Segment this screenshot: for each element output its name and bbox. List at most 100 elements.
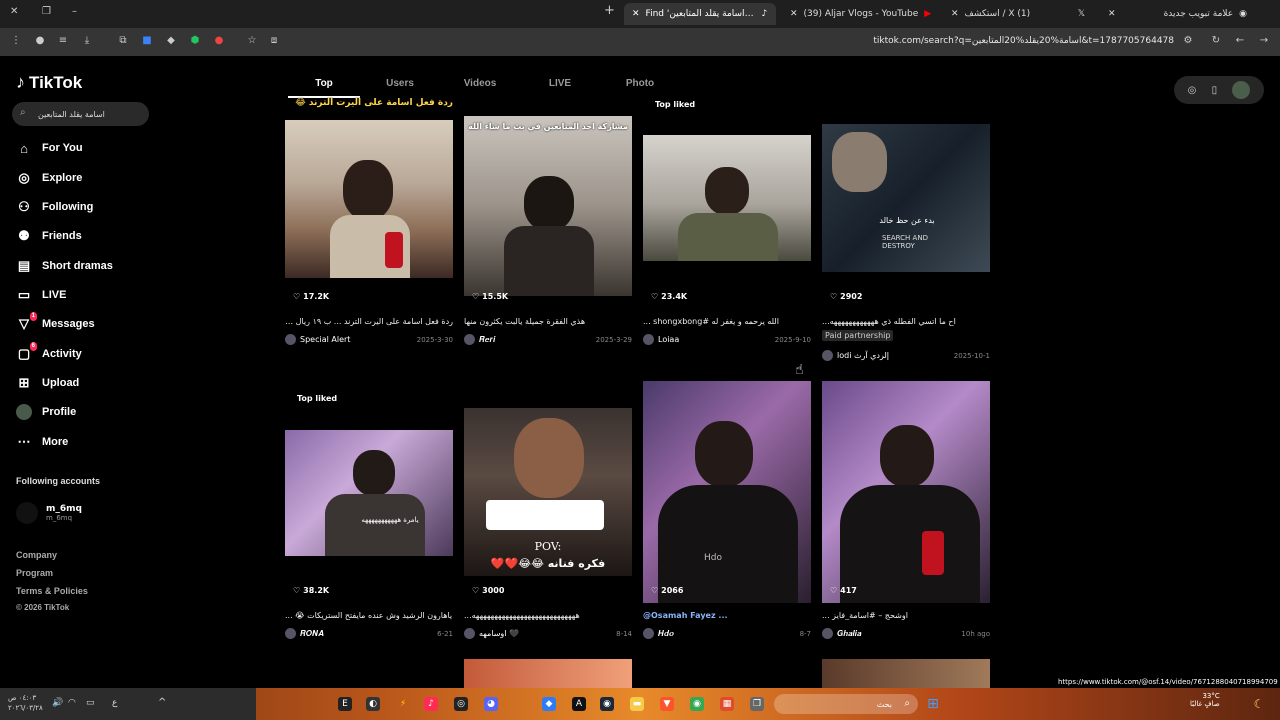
- video-caption[interactable]: اح ما اتسي الفطله ذي ههههههههههههه...: [822, 317, 990, 326]
- steam-icon[interactable]: ◉: [600, 697, 614, 711]
- tab-videos[interactable]: Videos: [440, 56, 520, 98]
- site-settings-icon[interactable]: ⚙: [1182, 35, 1194, 47]
- video-thumbnail[interactable]: POV: فكره فنانه 😂😂❤️❤️: [464, 408, 632, 576]
- chevron-up-icon[interactable]: ^: [158, 697, 166, 708]
- new-tab-icon[interactable]: +: [604, 3, 615, 18]
- forward-icon[interactable]: →: [1258, 35, 1270, 47]
- clock[interactable]: ٠٤:٠٣ ص ٢٠٢٦/٠٣/٢٨: [8, 693, 43, 713]
- video-card[interactable]: Top liked ♡ 23.4K الله يرحمه و يغفر له #s…: [643, 98, 811, 358]
- tab-top[interactable]: Top: [288, 56, 360, 98]
- video-author[interactable]: Loiaa 2025-9-10: [643, 334, 811, 345]
- sidebar-item-for-you[interactable]: ⌂ For You: [16, 136, 82, 160]
- tab-users[interactable]: Users: [360, 56, 440, 98]
- avatar[interactable]: [1232, 81, 1251, 99]
- tab-youtube[interactable]: ✕ (39) Aljar Vlogs - YouTube ▶: [782, 3, 937, 25]
- cast-icon[interactable]: ⧈: [268, 35, 280, 47]
- battery-icon[interactable]: ▭: [86, 698, 95, 708]
- sidebar-item-activity[interactable]: ▢ 6 Activity: [16, 342, 82, 366]
- video-card[interactable]: POV: فكره فنانه 😂😂❤️❤️ ♡ 3000 ههههههههههه…: [464, 392, 632, 652]
- close-window-icon[interactable]: ✕: [10, 6, 18, 17]
- restore-window-icon[interactable]: ❐: [42, 6, 51, 17]
- sidebar-item-profile[interactable]: Profile: [16, 400, 76, 424]
- tiktok-app-icon[interactable]: ♪: [424, 697, 438, 711]
- tab-new[interactable]: ✕ علامة تبويب جديدة ◉: [1100, 3, 1255, 25]
- download-icon[interactable]: ⤓: [81, 35, 93, 47]
- tab-live[interactable]: LIVE: [520, 56, 600, 98]
- sidebar-item-more[interactable]: ⋯ More: [16, 430, 69, 454]
- file-explorer-icon[interactable]: ▬: [630, 697, 644, 711]
- extension-shield-icon[interactable]: ■: [141, 35, 153, 47]
- video-thumbnail[interactable]: SEARCH AND DESTROY بدء عن حظ خالد: [822, 124, 990, 272]
- sidebar-item-upload[interactable]: ⊞ Upload: [16, 371, 80, 395]
- video-author[interactable]: اوسامهه 🖤 8-14: [464, 628, 632, 639]
- windows-start-icon[interactable]: ⊞: [926, 697, 940, 711]
- video-card[interactable]: Top liked يامرة هههههههههههه ♡ 38.2K ياها…: [285, 392, 453, 652]
- tab-x[interactable]: ✕ استكشف / X (1) 𝕏: [943, 3, 1093, 25]
- app-icon[interactable]: ◎: [454, 697, 468, 711]
- video-caption[interactable]: اوشحج – #اسامة_فايز ...: [822, 611, 990, 620]
- video-thumbnail[interactable]: [285, 120, 453, 278]
- video-thumbnail[interactable]: يامرة هههههههههههه: [285, 430, 453, 556]
- language-icon[interactable]: ع: [112, 698, 117, 708]
- video-thumbnail[interactable]: [822, 381, 990, 603]
- video-caption[interactable]: @Osamah Fayez ...: [643, 611, 811, 620]
- search-input[interactable]: ⌕ اسامة يقلد المتابعين: [12, 102, 149, 126]
- app-icon[interactable]: ◐: [366, 697, 380, 711]
- taskbar-search[interactable]: بحث ⌕: [774, 694, 918, 714]
- close-icon[interactable]: ✕: [632, 9, 640, 19]
- task-view-icon[interactable]: ❐: [750, 697, 764, 711]
- sound-icon[interactable]: 🔊: [52, 698, 63, 708]
- video-card[interactable]: ♡ 417 اوشحج – #اسامة_فايز ... 𝑮𝒉𝒂𝒍𝒊𝒂 10h a…: [822, 381, 990, 652]
- video-thumbnail[interactable]: [822, 659, 990, 688]
- video-thumbnail[interactable]: [464, 116, 632, 296]
- extensions-icon[interactable]: ⧉: [117, 35, 129, 47]
- video-author[interactable]: lodi إلردي آرث 2025-10-1: [822, 350, 990, 361]
- extension-diamond-icon[interactable]: ◆: [165, 35, 177, 47]
- video-thumbnail[interactable]: Hdo: [643, 381, 811, 603]
- video-thumbnail[interactable]: [464, 659, 632, 688]
- extension-red-icon[interactable]: ●: [213, 35, 225, 47]
- reload-icon[interactable]: ↻: [1210, 35, 1222, 47]
- store-icon[interactable]: ▦: [720, 697, 734, 711]
- sidebar-item-explore[interactable]: ◎ Explore: [16, 166, 82, 190]
- profile-icon[interactable]: ●: [34, 35, 46, 47]
- sidebar-item-live[interactable]: ▭ LIVE: [16, 283, 67, 307]
- extension-green-icon[interactable]: ⬢: [189, 35, 201, 47]
- minimize-window-icon[interactable]: –: [72, 6, 77, 17]
- app-icon[interactable]: A: [572, 697, 586, 711]
- menu-icon[interactable]: ⋮: [10, 35, 22, 47]
- video-card[interactable]: ردة فعل اسامة على اليرت الترند 😂 ♡ 17.2K …: [285, 98, 453, 358]
- compass-icon[interactable]: ◎: [1188, 85, 1197, 96]
- app-icon[interactable]: ◆: [542, 697, 556, 711]
- app-icon[interactable]: ⚡: [396, 697, 410, 711]
- footer-program[interactable]: Program: [16, 568, 53, 578]
- sidebar-item-following[interactable]: ⚇ Following: [16, 195, 93, 219]
- device-icon[interactable]: ▯: [1212, 85, 1218, 96]
- tiktok-logo[interactable]: ♪ TikTok: [16, 72, 82, 93]
- close-icon[interactable]: ✕: [1108, 9, 1116, 19]
- following-account[interactable]: m_6mq m_6mq: [16, 502, 82, 524]
- footer-terms[interactable]: Terms & Policies: [16, 586, 88, 596]
- video-card[interactable]: SEARCH AND DESTROY بدء عن حظ خالد ♡ 2902 …: [822, 98, 990, 368]
- video-author[interactable]: 𝑯𝒅𝒐 8-7: [643, 628, 811, 639]
- video-caption[interactable]: هذي الفقرة جميلة يالبت يكثرون منها: [464, 317, 632, 326]
- footer-company[interactable]: Company: [16, 550, 57, 560]
- video-caption[interactable]: ههههههههههههههههههههههههههههه...: [464, 611, 632, 620]
- bookmark-star-icon[interactable]: ☆: [246, 35, 258, 47]
- tab-photo[interactable]: Photo: [600, 56, 680, 98]
- reading-list-icon[interactable]: ≡: [57, 35, 69, 47]
- video-author[interactable]: 𝑹𝒆𝒓𝒊 2025-3-29: [464, 334, 632, 345]
- weather-widget[interactable]: 33°C صافٍ غالبًا: [1190, 692, 1220, 708]
- brave-icon[interactable]: ▼: [660, 697, 674, 711]
- video-caption[interactable]: ردة فعل اسامة على اليرت الترند ... ب ١٩ …: [285, 317, 453, 326]
- sidebar-item-short-dramas[interactable]: ▤ Short dramas: [16, 254, 113, 278]
- video-author[interactable]: Special Alert 2025-3-30: [285, 334, 453, 345]
- sidebar-item-messages[interactable]: ▽ 1 Messages: [16, 312, 95, 336]
- video-author[interactable]: 𝑮𝒉𝒂𝒍𝒊𝒂 10h ago: [822, 628, 990, 639]
- tab-tiktok[interactable]: ✕ Find 'اسامة يقلد المتابعين' on TikTok …: [624, 3, 776, 25]
- close-icon[interactable]: ✕: [790, 9, 798, 19]
- address-bar[interactable]: tiktok.com/search?q=اسامة%20يقلد%20المتا…: [873, 36, 1174, 46]
- video-caption[interactable]: ياهارون الرشيد وش عنده مايفتح الستريكات …: [285, 611, 453, 620]
- video-author[interactable]: 𝑹𝑶𝑵𝑨 6-21: [285, 628, 453, 639]
- epic-games-icon[interactable]: E: [338, 697, 352, 711]
